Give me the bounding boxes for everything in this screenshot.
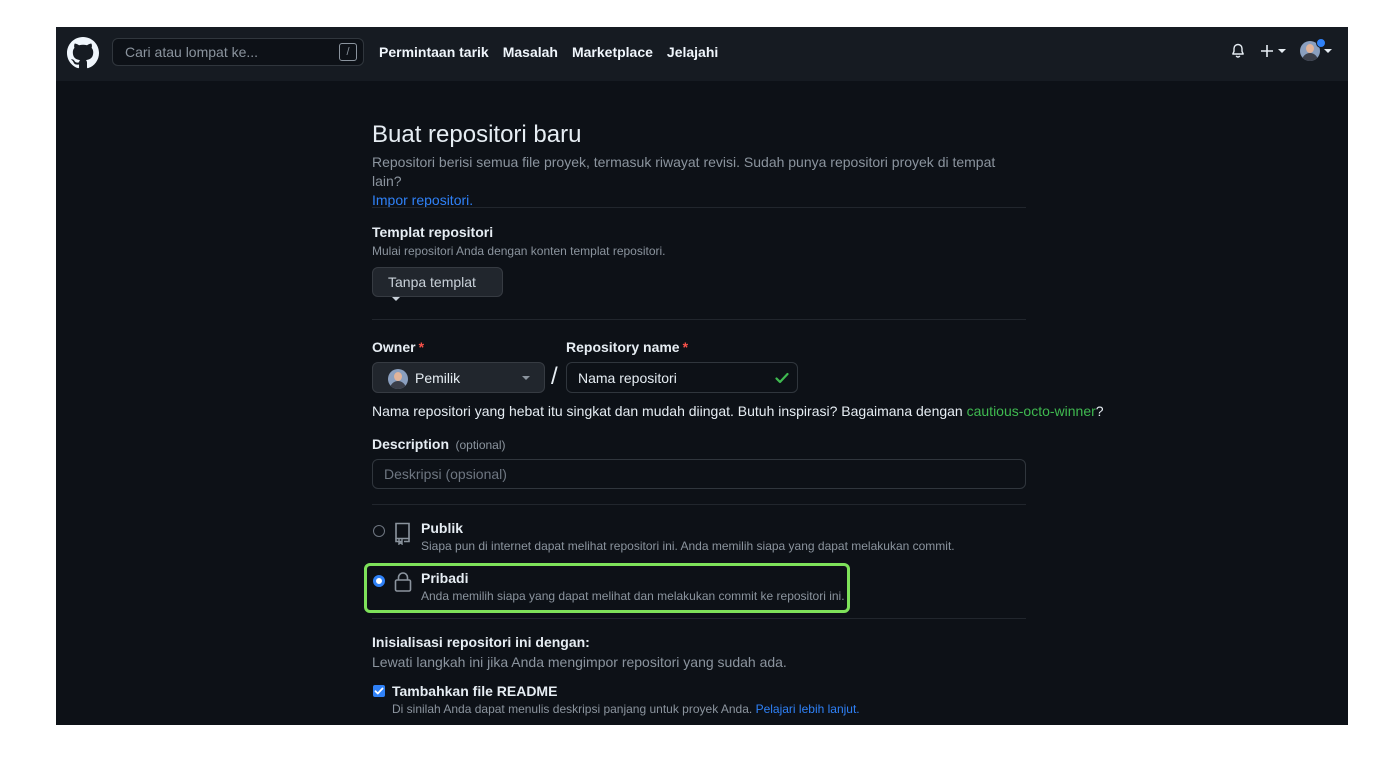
learn-more-link[interactable]: Pelajari lebih lanjut. bbox=[756, 702, 860, 716]
divider bbox=[372, 207, 1026, 208]
owner-select-value: Pemilik bbox=[415, 370, 461, 386]
import-repository-link[interactable]: Impor repositori. bbox=[372, 192, 473, 208]
description-input[interactable]: Deskripsi (opsional) bbox=[372, 459, 1026, 489]
visibility-public-radio[interactable] bbox=[373, 525, 385, 537]
checkmark-icon bbox=[374, 687, 384, 695]
header-actions bbox=[1230, 38, 1332, 61]
chevron-down-icon bbox=[1278, 49, 1286, 53]
divider bbox=[372, 504, 1026, 505]
repo-icon bbox=[395, 522, 410, 545]
main-nav: Permintaan tarik Masalah Marketplace Jel… bbox=[379, 44, 718, 60]
nav-pull-requests[interactable]: Permintaan tarik bbox=[379, 44, 489, 60]
repository-name-hint: Nama repositori yang hebat itu singkat d… bbox=[372, 403, 1104, 419]
chevron-down-icon bbox=[522, 376, 530, 380]
template-label: Templat repositori bbox=[372, 224, 494, 240]
add-readme-label[interactable]: Tambahkan file README bbox=[392, 683, 557, 699]
visibility-private-note: Anda memilih siapa yang dapat melihat da… bbox=[421, 589, 845, 603]
github-logo-icon[interactable] bbox=[67, 37, 99, 69]
plus-icon bbox=[1261, 45, 1273, 57]
chevron-down-icon bbox=[392, 297, 400, 302]
search-shortcut-key: / bbox=[339, 43, 357, 61]
owner-repo-separator: / bbox=[551, 363, 558, 390]
visibility-public-title: Publik bbox=[421, 520, 464, 536]
notification-dot bbox=[1316, 38, 1326, 48]
subtitle-text: Repositori berisi semua file proyek, ter… bbox=[372, 154, 996, 189]
suggested-name-link[interactable]: cautious-octo-winner bbox=[967, 403, 1096, 419]
lock-icon bbox=[394, 572, 412, 592]
bell-icon[interactable] bbox=[1230, 43, 1246, 59]
add-readme-note: Di sinilah Anda dapat menulis deskripsi … bbox=[392, 702, 860, 716]
nav-marketplace[interactable]: Marketplace bbox=[572, 44, 653, 60]
search-placeholder: Cari atau lompat ke... bbox=[125, 44, 259, 60]
initialize-note: Lewati langkah ini jika Anda mengimpor r… bbox=[372, 654, 787, 670]
divider bbox=[372, 319, 1026, 320]
page-title: Buat repositori baru bbox=[372, 121, 582, 148]
nav-explore[interactable]: Jelajahi bbox=[667, 44, 718, 60]
owner-avatar bbox=[388, 369, 408, 389]
user-menu-button[interactable] bbox=[1300, 38, 1332, 61]
owner-select[interactable]: Pemilik bbox=[372, 362, 545, 393]
repository-name-value: Nama repositori bbox=[578, 370, 677, 386]
repository-name-label: Repository name * bbox=[566, 339, 689, 355]
template-select-button[interactable]: Tanpa templat bbox=[372, 267, 503, 302]
divider bbox=[372, 618, 1026, 619]
search-input[interactable]: Cari atau lompat ke... / bbox=[112, 38, 364, 66]
repository-name-input[interactable]: Nama repositori bbox=[566, 362, 798, 393]
check-icon bbox=[775, 372, 789, 384]
top-header: Cari atau lompat ke... / Permintaan tari… bbox=[56, 27, 1348, 81]
add-readme-checkbox[interactable] bbox=[373, 685, 385, 697]
nav-issues[interactable]: Masalah bbox=[503, 44, 558, 60]
app-window: Cari atau lompat ke... / Permintaan tari… bbox=[56, 27, 1348, 725]
description-placeholder: Deskripsi (opsional) bbox=[384, 466, 507, 482]
owner-label: Owner * bbox=[372, 339, 425, 355]
visibility-public-note: Siapa pun di internet dapat melihat repo… bbox=[421, 539, 955, 553]
visibility-private-title: Pribadi bbox=[421, 570, 469, 586]
initialize-heading: Inisialisasi repositori ini dengan: bbox=[372, 634, 590, 650]
visibility-private-radio[interactable] bbox=[373, 575, 385, 587]
template-select-label: Tanpa templat bbox=[388, 274, 476, 290]
template-note: Mulai repositori Anda dengan konten temp… bbox=[372, 244, 666, 258]
create-new-button[interactable] bbox=[1260, 44, 1286, 58]
page-subtitle: Repositori berisi semua file proyek, ter… bbox=[372, 153, 1026, 210]
description-label: Description (optional) bbox=[372, 436, 506, 452]
chevron-down-icon bbox=[1324, 49, 1332, 53]
